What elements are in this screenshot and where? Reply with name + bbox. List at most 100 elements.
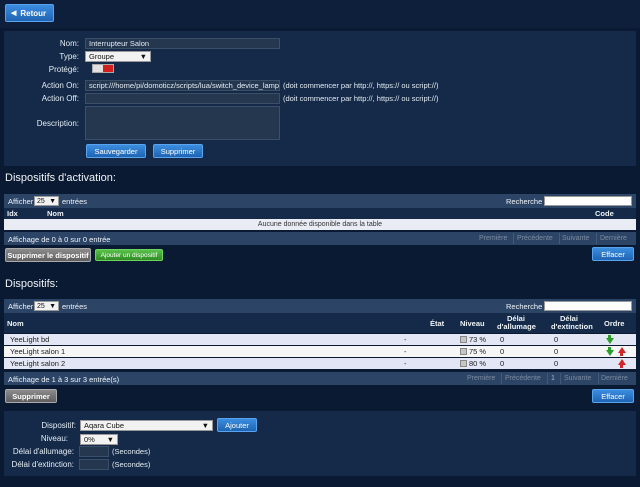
device-level: 80 % bbox=[460, 359, 486, 368]
name-label: Nom: bbox=[59, 39, 79, 48]
device-label: Dispositif: bbox=[41, 421, 76, 430]
column-state[interactable]: État bbox=[430, 319, 444, 328]
device-off-delay: 0 bbox=[554, 335, 559, 344]
search-label: Recherche : bbox=[506, 197, 547, 206]
column-idx[interactable]: Idx bbox=[7, 209, 18, 218]
arrow-left-icon: ◀ bbox=[11, 10, 17, 17]
off-delay-input[interactable] bbox=[79, 459, 109, 470]
action-off-label: Action Off: bbox=[41, 94, 79, 103]
devices-column-headers: Nom État Niveau Délai d'allumage Délai d… bbox=[4, 313, 636, 333]
pager-divider bbox=[560, 373, 561, 384]
pager-last[interactable]: Dernière bbox=[601, 375, 628, 382]
devices-table-footer: Affichage de 1 à 3 sur 3 entrée(s) Premi… bbox=[4, 372, 636, 385]
name-input[interactable]: Interrupteur Salon bbox=[85, 38, 280, 49]
device-level-value: 73 % bbox=[469, 335, 487, 344]
level-select-value: 0% bbox=[84, 434, 95, 444]
arrow-stem bbox=[620, 365, 623, 368]
arrow-head bbox=[606, 338, 614, 344]
table-row[interactable]: YeeLight salon 1 - 75 % 0 0 bbox=[4, 346, 636, 357]
column-name[interactable]: Nom bbox=[47, 209, 64, 218]
device-state: - bbox=[404, 359, 407, 368]
back-button-label: Retour bbox=[20, 8, 47, 18]
chevron-down-icon: ▼ bbox=[49, 197, 56, 205]
column-off-delay-line2: d'extinction bbox=[551, 322, 593, 331]
device-level-value: 75 % bbox=[469, 347, 487, 356]
arrow-head bbox=[606, 350, 614, 356]
table-row[interactable]: YeeLight bd - 73 % 0 0 bbox=[4, 334, 636, 345]
pager-previous[interactable]: Précédente bbox=[517, 235, 553, 242]
table-info: Affichage de 0 à 0 sur 0 entrée bbox=[8, 235, 111, 244]
toggle-knob bbox=[103, 65, 113, 72]
clear-button[interactable]: Effacer bbox=[592, 247, 634, 261]
pager-divider bbox=[596, 233, 597, 244]
chevron-down-icon: ▼ bbox=[139, 51, 147, 61]
level-swatch bbox=[460, 336, 467, 343]
back-button[interactable]: ◀ Retour bbox=[5, 4, 55, 22]
on-delay-input[interactable] bbox=[79, 446, 109, 457]
activation-column-headers: Idx Nom Code bbox=[4, 208, 636, 219]
pager-next[interactable]: Suivante bbox=[562, 235, 589, 242]
devices-page-size-select[interactable]: 25 ▼ bbox=[34, 301, 59, 311]
action-on-label: Action On: bbox=[41, 81, 79, 90]
device-name: YeeLight salon 1 bbox=[10, 347, 66, 356]
devices-search-input[interactable] bbox=[544, 301, 632, 311]
device-on-delay: 0 bbox=[500, 359, 505, 368]
search-label: Recherche : bbox=[506, 302, 547, 311]
show-label: Afficher bbox=[8, 197, 34, 206]
page-size-value: 25 bbox=[37, 197, 45, 205]
pager-divider bbox=[501, 373, 502, 384]
pager-next[interactable]: Suivante bbox=[564, 375, 591, 382]
on-delay-label: Délai d'allumage: bbox=[12, 447, 74, 456]
device-select-value: Aqara Cube bbox=[84, 420, 125, 430]
type-select[interactable]: Groupe ▼ bbox=[85, 51, 151, 62]
description-textarea[interactable] bbox=[85, 106, 280, 140]
type-label: Type: bbox=[59, 52, 79, 61]
clear-devices-button[interactable]: Effacer bbox=[592, 389, 634, 403]
action-on-hint: (doit commencer par http://, https:// ou… bbox=[283, 81, 439, 90]
device-level-value: 80 % bbox=[469, 359, 487, 368]
show-label: Afficher bbox=[8, 302, 34, 311]
action-on-input[interactable]: script:///home/pi/domoticz/scripts/lua/s… bbox=[85, 80, 280, 91]
pager-divider bbox=[559, 233, 560, 244]
save-button[interactable]: Sauvegarder bbox=[86, 144, 146, 158]
pager-last[interactable]: Dernière bbox=[600, 235, 627, 242]
pager-previous[interactable]: Précédente bbox=[505, 375, 541, 382]
protected-toggle[interactable] bbox=[92, 64, 114, 73]
activation-page-size-select[interactable]: 25 ▼ bbox=[34, 196, 59, 206]
off-delay-label: Délai d'extinction: bbox=[11, 460, 74, 469]
device-on-delay: 0 bbox=[500, 335, 505, 344]
column-level[interactable]: Niveau bbox=[460, 319, 485, 328]
device-off-delay: 0 bbox=[554, 347, 559, 356]
pager-divider bbox=[547, 373, 548, 384]
chevron-down-icon: ▼ bbox=[201, 420, 209, 430]
device-select[interactable]: Aqara Cube ▼ bbox=[80, 420, 213, 431]
on-delay-unit: (Secondes) bbox=[112, 447, 151, 456]
device-level: 73 % bbox=[460, 335, 486, 344]
pager-divider bbox=[513, 233, 514, 244]
pager-first[interactable]: Première bbox=[467, 375, 495, 382]
column-code[interactable]: Code bbox=[595, 209, 614, 218]
device-settings-panel: Nom: Interrupteur Salon Type: Groupe ▼ P… bbox=[4, 31, 636, 166]
devices-table-header: Afficher 25 ▼ entrées Recherche : bbox=[4, 299, 636, 313]
table-row[interactable]: YeeLight salon 2 - 80 % 0 0 bbox=[4, 358, 636, 369]
page-size-value: 25 bbox=[37, 302, 45, 310]
level-swatch bbox=[460, 360, 467, 367]
off-delay-unit: (Secondes) bbox=[112, 460, 151, 469]
delete-button[interactable]: Supprimer bbox=[153, 144, 203, 158]
device-name: YeeLight salon 2 bbox=[10, 359, 66, 368]
action-off-input[interactable] bbox=[85, 93, 280, 104]
delete-devices-button[interactable]: Supprimer bbox=[5, 389, 57, 403]
pager-page-1[interactable]: 1 bbox=[551, 375, 555, 382]
device-name: YeeLight bd bbox=[10, 335, 50, 344]
type-select-value: Groupe bbox=[89, 51, 115, 61]
column-on-delay-line2: d'allumage bbox=[497, 322, 536, 331]
add-button[interactable]: Ajouter bbox=[217, 418, 257, 432]
column-name[interactable]: Nom bbox=[7, 319, 24, 328]
chevron-down-icon: ▼ bbox=[106, 434, 114, 444]
delete-device-button[interactable]: Supprimer le dispositif bbox=[5, 248, 91, 262]
activation-search-input[interactable] bbox=[544, 196, 632, 206]
level-select[interactable]: 0% ▼ bbox=[80, 434, 118, 445]
table-info: Affichage de 1 à 3 sur 3 entrée(s) bbox=[8, 375, 120, 384]
add-device-button[interactable]: Ajouter un dispositif bbox=[95, 249, 163, 261]
pager-first[interactable]: Première bbox=[479, 235, 507, 242]
